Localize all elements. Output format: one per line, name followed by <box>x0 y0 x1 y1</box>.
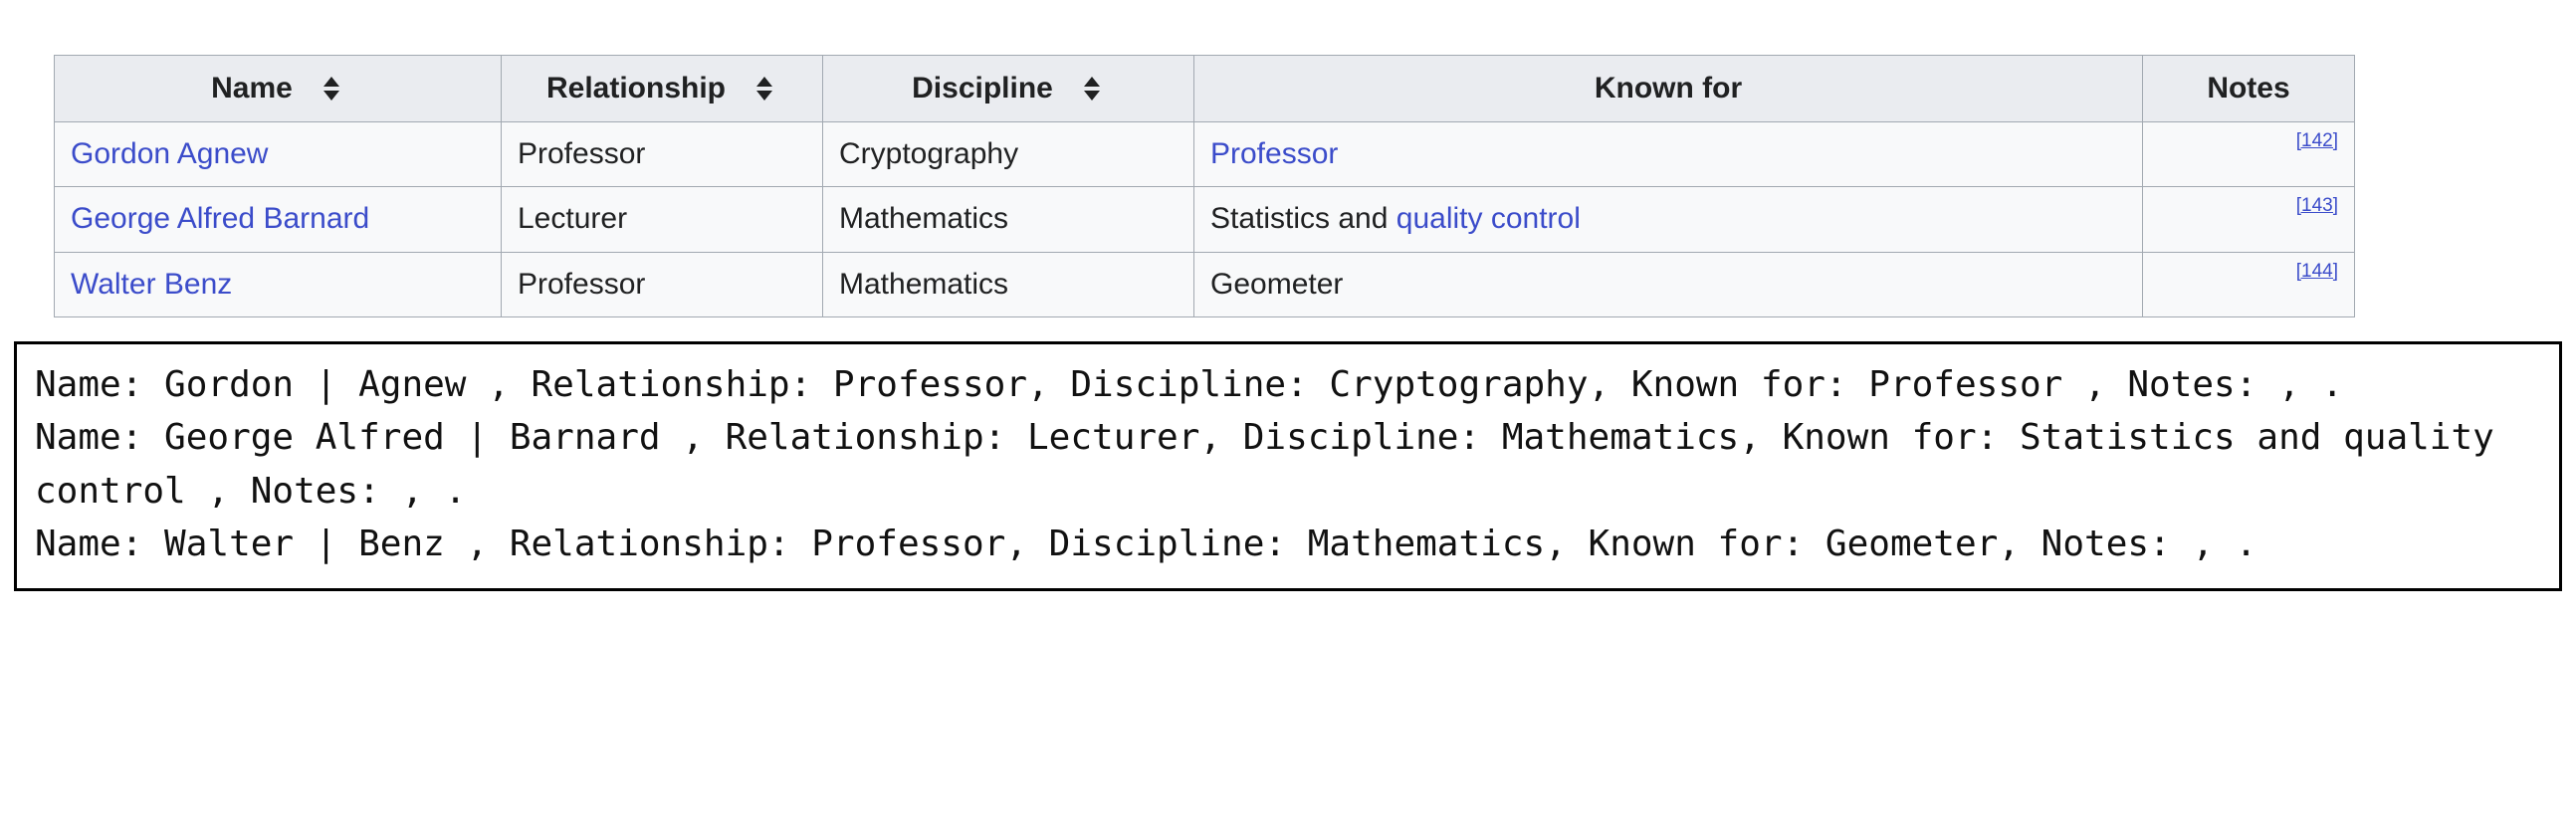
table-container: Name Relationship Discipline Known for N… <box>0 0 2576 317</box>
known-for-link[interactable]: Professor <box>1210 137 1338 170</box>
column-header-notes-label: Notes <box>2207 72 2290 105</box>
table-row: Walter Benz Professor Mathematics Geomet… <box>54 251 2355 317</box>
cell-notes: [143] <box>2142 186 2355 253</box>
column-header-discipline[interactable]: Discipline <box>822 55 1194 122</box>
cell-known-for: Statistics and quality control <box>1193 186 2143 253</box>
person-link[interactable]: Walter Benz <box>71 268 232 301</box>
cell-discipline: Cryptography <box>822 120 1194 187</box>
column-header-known-for[interactable]: Known for <box>1193 55 2143 122</box>
citation-link[interactable]: [142] <box>2296 130 2338 151</box>
sort-arrows-icon[interactable] <box>1079 74 1105 104</box>
known-for-link[interactable]: quality control <box>1396 202 1581 235</box>
table-row: Gordon Agnew Professor Cryptography Prof… <box>54 120 2355 187</box>
sort-arrows-icon[interactable] <box>751 74 777 104</box>
cell-notes: [142] <box>2142 120 2355 187</box>
cell-known-for: Professor <box>1193 120 2143 187</box>
column-header-notes: Notes <box>2142 55 2355 122</box>
person-link[interactable]: George Alfred Barnard <box>71 202 369 235</box>
cell-relationship: Professor <box>501 120 823 187</box>
column-header-relationship-label: Relationship <box>545 72 726 105</box>
known-for-text: Statistics and <box>1210 202 1396 235</box>
cell-name: George Alfred Barnard <box>54 186 502 253</box>
cell-discipline: Mathematics <box>822 251 1194 317</box>
column-header-name[interactable]: Name <box>54 55 502 122</box>
table-header: Name Relationship Discipline Known for N… <box>54 55 2355 122</box>
table-row: George Alfred Barnard Lecturer Mathemati… <box>54 186 2355 253</box>
cell-known-for: Geometer <box>1193 251 2143 317</box>
column-header-discipline-label: Discipline <box>912 72 1053 105</box>
citation-link[interactable]: [144] <box>2296 261 2338 282</box>
known-for-text: Geometer <box>1210 267 1344 301</box>
column-header-name-label: Name <box>211 72 293 105</box>
person-link[interactable]: Gordon Agnew <box>71 137 268 170</box>
cell-discipline: Mathematics <box>822 186 1194 253</box>
extracted-text-panel: Name: Gordon | Agnew , Relationship: Pro… <box>14 341 2562 592</box>
people-table: Name Relationship Discipline Known for N… <box>54 55 2355 317</box>
column-header-relationship[interactable]: Relationship <box>501 55 823 122</box>
sort-arrows-icon[interactable] <box>319 74 344 104</box>
cell-name: Walter Benz <box>54 251 502 317</box>
cell-notes: [144] <box>2142 251 2355 317</box>
cell-name: Gordon Agnew <box>54 120 502 187</box>
table-body: Gordon Agnew Professor Cryptography Prof… <box>54 120 2355 317</box>
table-header-row: Name Relationship Discipline Known for N… <box>54 55 2355 122</box>
cell-relationship: Professor <box>501 251 823 317</box>
cell-relationship: Lecturer <box>501 186 823 253</box>
citation-link[interactable]: [143] <box>2296 195 2338 216</box>
extracted-text: Name: Gordon | Agnew , Relationship: Pro… <box>35 364 2494 564</box>
column-header-known-for-label: Known for <box>1594 72 1743 105</box>
